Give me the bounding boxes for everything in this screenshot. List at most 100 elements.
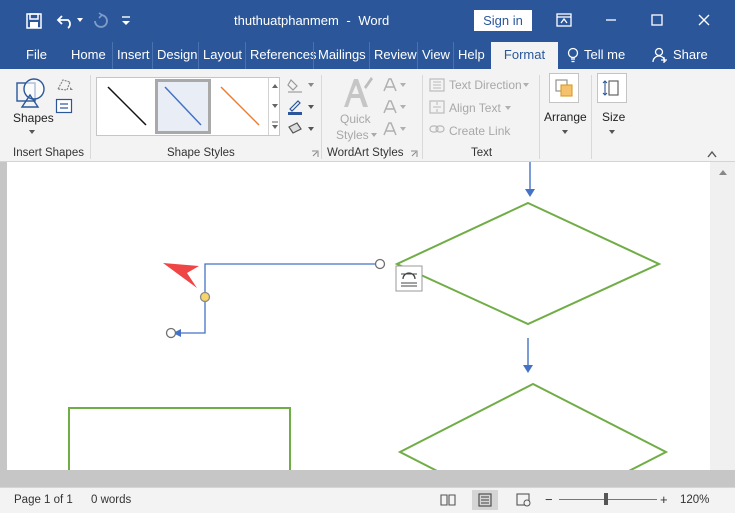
minimize-icon[interactable] — [604, 13, 618, 27]
tab-references[interactable]: References — [245, 42, 320, 69]
collapse-ribbon-icon[interactable] — [706, 150, 718, 158]
close-icon[interactable] — [697, 13, 711, 27]
shapes-label[interactable]: Shapes — [13, 111, 54, 125]
zoom-slider-thumb[interactable] — [604, 493, 609, 505]
align-text-dropdown-icon[interactable] — [504, 105, 512, 111]
text-fill-icon[interactable] — [382, 77, 408, 93]
tab-home[interactable]: Home — [67, 42, 110, 69]
quick-styles-icon[interactable] — [340, 75, 374, 111]
diamond-shape-2 — [397, 382, 669, 470]
gallery-down-icon[interactable] — [271, 103, 279, 109]
text-direction-button[interactable]: Text Direction — [449, 78, 522, 92]
gallery-scroll — [268, 78, 280, 135]
divider — [90, 75, 91, 159]
text-outline-icon[interactable] — [382, 99, 408, 115]
red-pointer-arrow — [163, 263, 199, 288]
arrange-button-frame[interactable] — [549, 73, 579, 103]
tab-file[interactable]: File — [22, 42, 51, 69]
align-text-button[interactable]: Align Text — [449, 101, 501, 115]
wordart-launcher-icon[interactable] — [410, 150, 418, 158]
arrange-label[interactable]: Arrange — [544, 110, 587, 124]
connector-adjust-handle[interactable] — [199, 291, 211, 303]
document-name: thuthuatphanmem — [234, 13, 339, 28]
create-link-button[interactable]: Create Link — [449, 124, 510, 138]
quick-styles-dropdown-icon[interactable] — [370, 132, 378, 138]
shapes-dropdown-icon[interactable] — [28, 129, 36, 135]
customize-toolbar-icon[interactable] — [120, 14, 132, 28]
document-page[interactable] — [7, 162, 710, 470]
read-mode-icon[interactable] — [440, 493, 456, 507]
arrowhead-middle — [523, 365, 533, 373]
tab-view[interactable]: View — [417, 42, 454, 69]
window-title: thuthuatphanmem - Word — [234, 13, 389, 28]
connector-end-handle[interactable] — [374, 258, 386, 270]
status-bar: Page 1 of 1 0 words − + 120% — [0, 487, 735, 513]
shape-styles-launcher-icon[interactable] — [311, 150, 319, 158]
tell-me-search[interactable]: Tell me — [584, 42, 625, 68]
arrange-dropdown-icon[interactable] — [561, 129, 569, 135]
word-count[interactable]: 0 words — [91, 494, 131, 506]
size-dropdown-icon[interactable] — [608, 129, 616, 135]
text-group-label: Text — [471, 147, 493, 159]
link-icon — [429, 125, 445, 133]
tab-format[interactable]: Format — [491, 42, 558, 69]
tab-insert[interactable]: Insert — [112, 42, 154, 69]
undo-dropdown-icon[interactable] — [76, 16, 84, 24]
align-text-icon[interactable] — [429, 100, 445, 114]
undo-icon[interactable] — [56, 12, 76, 30]
page-count[interactable]: Page 1 of 1 — [14, 494, 73, 506]
arrowhead-top — [525, 189, 535, 197]
shape-style-blue-line-selected[interactable] — [155, 79, 211, 134]
print-layout-button[interactable] — [472, 490, 498, 510]
quick-styles-label-line1[interactable]: Quick — [340, 112, 371, 126]
zoom-out-button[interactable]: − — [545, 492, 553, 507]
quick-styles-label-line2[interactable]: Styles — [336, 128, 369, 142]
maximize-icon[interactable] — [650, 13, 664, 27]
size-icon — [602, 80, 619, 96]
tab-design[interactable]: Design — [152, 42, 201, 69]
shape-style-orange-line[interactable] — [213, 81, 266, 132]
shape-fill-icon[interactable] — [287, 77, 317, 93]
gallery-up-icon[interactable] — [271, 83, 279, 89]
share-button[interactable]: Share — [673, 42, 708, 68]
tab-review[interactable]: Review — [369, 42, 421, 69]
vertical-scrollbar[interactable] — [710, 162, 735, 470]
divider — [591, 75, 592, 159]
shapes-icon[interactable] — [14, 77, 48, 109]
tab-help[interactable]: Help — [453, 42, 489, 69]
lightbulb-icon — [567, 47, 579, 63]
redo-icon[interactable] — [92, 12, 110, 30]
text-box-icon[interactable] — [55, 98, 73, 114]
arrange-icon — [555, 79, 573, 97]
zoom-level[interactable]: 120% — [680, 494, 709, 506]
scroll-up-icon[interactable] — [718, 168, 728, 176]
save-icon[interactable] — [25, 12, 43, 30]
size-label[interactable]: Size — [602, 110, 625, 124]
shape-effects-icon[interactable] — [287, 121, 317, 137]
layout-options-icon[interactable] — [395, 265, 423, 292]
title-bar: thuthuatphanmem - Word Sign in — [0, 0, 735, 42]
edit-shape-icon[interactable] — [55, 77, 75, 93]
size-button-frame[interactable] — [597, 73, 627, 103]
text-effects-icon[interactable] — [382, 121, 408, 137]
text-direction-icon[interactable] — [429, 78, 445, 92]
ribbon-display-options-icon[interactable] — [556, 13, 572, 27]
divider — [321, 75, 322, 159]
divider — [539, 75, 540, 159]
text-direction-dropdown-icon[interactable] — [522, 82, 530, 88]
shape-outline-icon[interactable] — [287, 99, 317, 115]
diamond-shape-1 — [394, 201, 662, 326]
zoom-in-button[interactable]: + — [660, 492, 668, 507]
divider — [422, 75, 423, 159]
tab-mailings[interactable]: Mailings — [313, 42, 370, 69]
share-person-icon — [652, 47, 667, 63]
web-layout-icon[interactable] — [516, 493, 532, 507]
shape-style-black-line[interactable] — [100, 81, 153, 132]
canvas-drawing — [68, 162, 669, 470]
sign-in-button[interactable]: Sign in — [474, 10, 532, 31]
gallery-more-icon[interactable] — [271, 121, 279, 130]
insert-shapes-group-label: Insert Shapes — [13, 147, 84, 159]
horizontal-gap — [7, 470, 710, 487]
tab-layout[interactable]: Layout — [198, 42, 246, 69]
connector-start-handle[interactable] — [165, 327, 177, 339]
